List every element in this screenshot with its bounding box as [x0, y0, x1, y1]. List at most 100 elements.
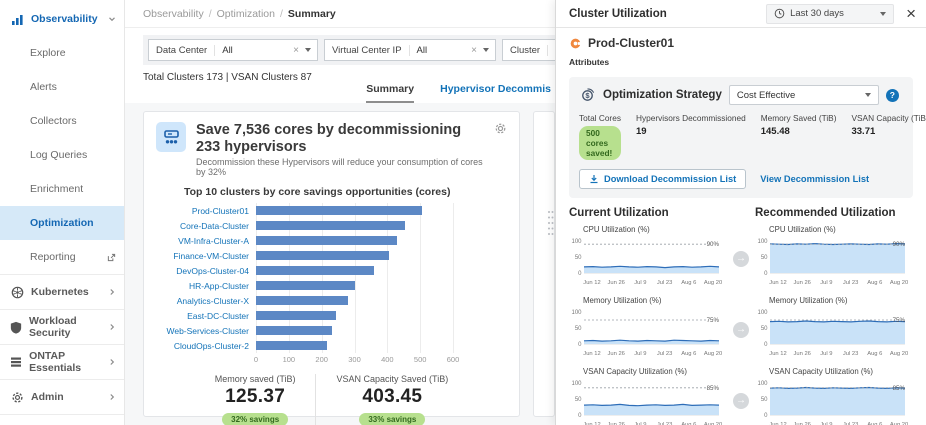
bar: [256, 236, 397, 245]
sidebar-item-kubernetes[interactable]: Kubernetes: [0, 275, 124, 309]
strategy-stats: Total Cores500 cores saved!Hypervisors D…: [579, 113, 903, 160]
svg-text:Jul 9: Jul 9: [820, 280, 832, 286]
chevron-right-icon: [108, 288, 116, 296]
bar: [256, 251, 389, 260]
strategy-title: Optimization Strategy: [603, 89, 722, 101]
panel-header: Cluster Utilization Last 30 days ×: [556, 0, 926, 28]
cluster-totals: Total Clusters 173 | VSAN Clusters 87: [143, 72, 555, 83]
bar: [256, 311, 336, 320]
chevron-down-icon: [108, 15, 116, 23]
sidebar-item-optimization[interactable]: Optimization: [0, 206, 124, 240]
svg-text:50: 50: [761, 326, 768, 332]
bar-label-east-dc-cluster[interactable]: East-DC-Cluster: [156, 311, 256, 321]
sidebar-item-label: Enrichment: [30, 183, 83, 195]
download-decommission-list-button[interactable]: Download Decommission List: [579, 169, 746, 189]
panel-resize-handle[interactable]: [547, 208, 555, 238]
area-chart: 05010075%Jun 12Jun 26Jul 9Jul 23Aug 6Aug…: [755, 305, 913, 362]
sidebar-item-ontap-essentials[interactable]: ONTAP Essentials: [0, 345, 124, 379]
svg-text:75%: 75%: [707, 317, 720, 324]
hypervisor-icon: [156, 122, 186, 152]
view-decommission-list-link[interactable]: View Decommission List: [760, 174, 869, 184]
card-settings-gear-icon[interactable]: [494, 122, 507, 138]
bar-label-web-services-cluster[interactable]: Web-Services-Cluster: [156, 326, 256, 336]
sidebar-item-enrichment[interactable]: Enrichment: [0, 172, 124, 206]
svg-text:Jun 12: Jun 12: [583, 351, 600, 357]
time-range-select[interactable]: Last 30 days: [766, 4, 894, 24]
bar-label-hr-app-cluster[interactable]: HR-App-Cluster: [156, 281, 256, 291]
filter-data-center[interactable]: Data CenterAll×: [148, 39, 318, 61]
bar-row: Core-Data-Cluster: [156, 218, 507, 233]
filter-bar: Data CenterAll× Virtual Center IPAll× Clus…: [143, 35, 555, 65]
svg-text:75%: 75%: [893, 317, 906, 324]
filter-label: Data Center: [149, 45, 215, 56]
stat-value: 125.37: [215, 386, 296, 408]
download-button-label: Download Decommission List: [604, 174, 736, 184]
sidebar-item-explore[interactable]: Explore: [0, 36, 124, 70]
strategy-select[interactable]: Cost Effective: [729, 85, 879, 105]
chart-title: VSAN Capacity Utilization (%): [583, 367, 727, 376]
bar-label-prod-cluster01[interactable]: Prod-Cluster01: [156, 206, 256, 216]
stat-vsan-capacity-saved-tib-: VSAN Capacity Saved (TiB)403.4533% savin…: [315, 374, 468, 425]
sidebar-item-label: Explore: [30, 47, 66, 59]
filter-label: Cluster: [503, 45, 548, 56]
sidebar-item-observability[interactable]: Observability: [0, 2, 124, 36]
sidebar-item-admin[interactable]: Admin: [0, 380, 124, 414]
current-vsan-chart: VSAN Capacity Utilization (%)05010085%Ju…: [569, 365, 727, 425]
main-content: Observability/Optimization/Summary Data …: [125, 0, 555, 425]
app-root: Observability Explore AlertsCollectorsLog …: [0, 0, 926, 425]
svg-text:Jun 26: Jun 26: [793, 280, 810, 286]
close-icon[interactable]: ×: [906, 5, 916, 22]
filter-virtual-center-ip[interactable]: Virtual Center IPAll×: [324, 39, 496, 61]
tab-summary[interactable]: Summary: [366, 83, 414, 103]
breadcrumb-observability[interactable]: Observability: [143, 8, 204, 20]
recommended-vsan-chart: VSAN Capacity Utilization (%)05010085%Ju…: [755, 365, 913, 425]
sidebar-item-collectors[interactable]: Collectors: [0, 104, 124, 138]
current-memory-chart: Memory Utilization (%)05010075%Jun 12Jun…: [569, 294, 727, 362]
sidebar-item-workload-security[interactable]: Workload Security: [0, 310, 124, 344]
chevron-down-icon: [880, 12, 886, 16]
filter-cluster[interactable]: ClusterAll: [502, 39, 555, 61]
bar-label-analytics-cluster-x[interactable]: Analytics-Cluster-X: [156, 296, 256, 306]
bar-label-devops-cluster-04[interactable]: DevOps-Cluster-04: [156, 266, 256, 276]
attributes-row: IP Address: 123.456.789vCenter: vsphere.…: [556, 67, 926, 69]
bar: [256, 221, 405, 230]
chart-title: Memory Utilization (%): [769, 296, 913, 305]
sidebar-item-reporting[interactable]: Reporting: [0, 240, 124, 274]
sidebar-item-label: Admin: [31, 391, 64, 403]
tab-hypervisor-decommis[interactable]: Hypervisor Decommis: [440, 83, 551, 103]
sidebar-item-log-queries[interactable]: Log Queries: [0, 138, 124, 172]
svg-text:Jul 23: Jul 23: [657, 280, 672, 286]
bar-label-core-data-cluster[interactable]: Core-Data-Cluster: [156, 221, 256, 231]
svg-text:50: 50: [761, 397, 768, 403]
bar-label-vm-infra-cluster-a[interactable]: VM-Infra-Cluster-A: [156, 236, 256, 246]
bar-label-finance-vm-cluster[interactable]: Finance-VM-Cluster: [156, 251, 256, 261]
bar-row: VM-Infra-Cluster-A: [156, 233, 507, 248]
kubernetes-icon: [10, 285, 24, 299]
strategy-stat-memory-saved-tib-: Memory Saved (TiB)145.48: [761, 113, 837, 160]
area-chart: 05010090%Jun 12Jun 26Jul 9Jul 23Aug 6Aug…: [755, 234, 913, 291]
svg-text:Jun 26: Jun 26: [607, 351, 624, 357]
clear-icon[interactable]: ×: [289, 45, 303, 56]
chevron-down-icon[interactable]: [305, 48, 311, 52]
bar-row: East-DC-Cluster: [156, 308, 507, 323]
bar-label-cloudops-cluster-2[interactable]: CloudOps-Cluster-2: [156, 341, 256, 351]
help-icon[interactable]: ?: [886, 89, 899, 102]
breadcrumb-separator: /: [209, 8, 212, 20]
cluster-utilization-panel: Cluster Utilization Last 30 days × Prod-…: [555, 0, 926, 425]
sidebar-item-label: Observability: [31, 13, 98, 25]
svg-text:0: 0: [578, 271, 582, 277]
sidebar-item-label: ONTAP Essentials: [29, 350, 108, 374]
svg-text:50: 50: [575, 326, 582, 332]
svg-text:0: 0: [764, 413, 768, 419]
clear-icon[interactable]: ×: [467, 45, 481, 56]
bar-row: CloudOps-Cluster-2: [156, 338, 507, 353]
sidebar-item-label: Optimization: [30, 217, 94, 229]
bar-row: DevOps-Cluster-04: [156, 263, 507, 278]
sidebar-item-alerts[interactable]: Alerts: [0, 70, 124, 104]
breadcrumb-optimization[interactable]: Optimization: [217, 8, 275, 20]
download-icon: [589, 174, 599, 184]
recommended-utilization-title: Recommended Utilization: [755, 207, 913, 219]
svg-text:50: 50: [575, 397, 582, 403]
chevron-down-icon[interactable]: [483, 48, 489, 52]
svg-text:Aug 20: Aug 20: [704, 280, 722, 286]
